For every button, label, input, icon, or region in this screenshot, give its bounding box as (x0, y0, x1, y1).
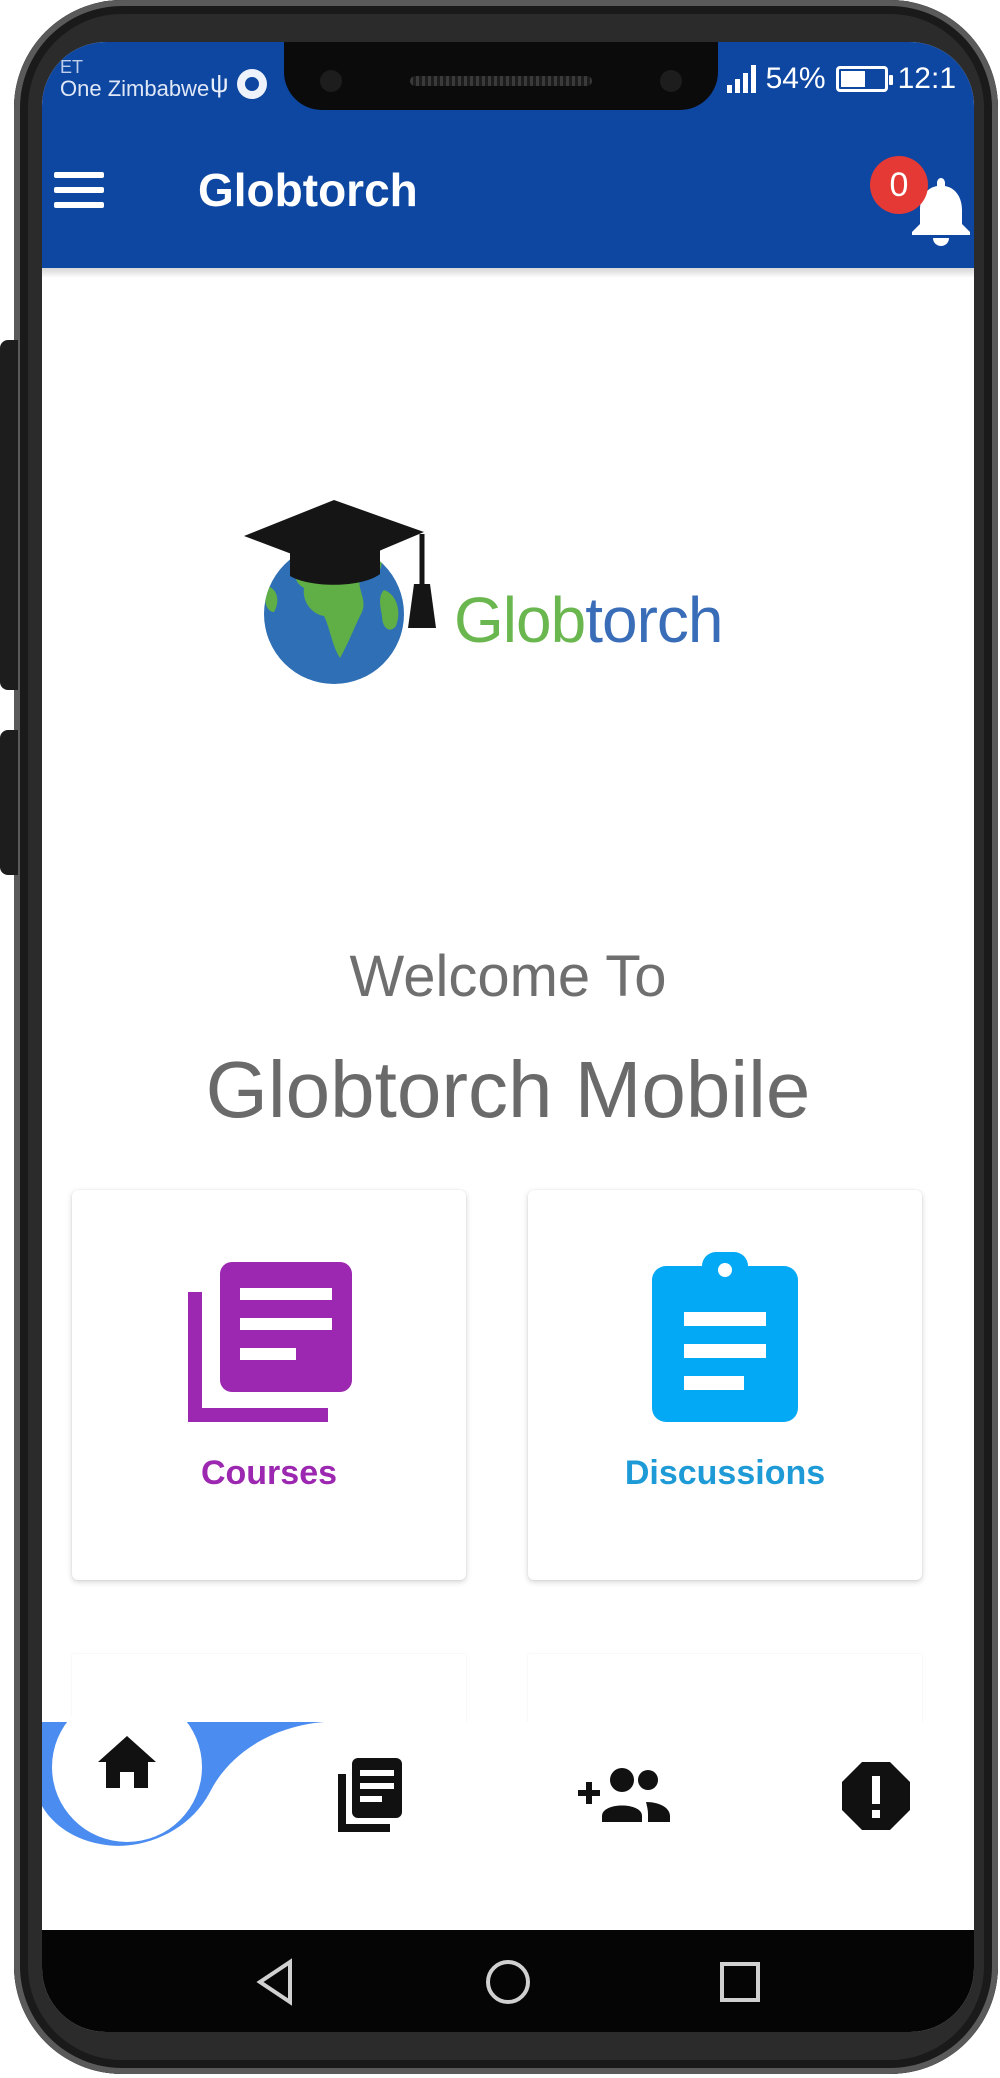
status-notification-icons: ψ (210, 68, 267, 99)
camera-notch (284, 42, 718, 110)
sensor-dot (320, 70, 342, 92)
bottom-navigation (42, 1692, 974, 1922)
logo-text-torch: torch (585, 584, 723, 656)
app-bar-shadow (42, 268, 974, 278)
notification-badge: 0 (870, 156, 928, 214)
hamburger-menu-icon[interactable] (52, 168, 108, 212)
status-time: 12:1 (897, 62, 956, 95)
battery-icon (835, 66, 893, 92)
front-camera (660, 70, 682, 92)
battery-percent: 54% (765, 62, 826, 95)
courses-tile[interactable]: Courses (72, 1190, 466, 1580)
notifications-button[interactable]: 0 (862, 126, 972, 250)
system-navigation-bar (42, 1930, 974, 2032)
carrier-text: One Zimbabwe (60, 76, 210, 101)
discussions-label: Discussions (624, 1454, 826, 1492)
library-books-icon (188, 1262, 352, 1422)
recents-square-icon[interactable] (714, 1956, 766, 2008)
courses-label: Courses (200, 1454, 338, 1492)
logo-text-glob: Glob (454, 584, 586, 656)
welcome-heading: Welcome To (349, 944, 667, 1009)
report-icon (842, 1762, 910, 1830)
power-button (0, 730, 18, 875)
usb-icon: ψ (210, 68, 229, 98)
add-group-icon (578, 1768, 670, 1822)
status-system-icons: 54% 12:1 (726, 62, 956, 96)
clipboard-icon (652, 1252, 798, 1422)
volume-button (0, 340, 18, 690)
welcome-app-name: Globtorch Mobile (205, 1045, 811, 1134)
app-title: Globtorch (198, 164, 418, 216)
app-screen: ET One Zimbabwe ψ 54% 12:1 Globtorch 0 G… (42, 42, 974, 2032)
nav-add-group-button[interactable] (574, 1752, 674, 1836)
discussions-tile[interactable]: Discussions (528, 1190, 922, 1580)
carrier-top-text: ET (60, 57, 84, 77)
home-icon (98, 1736, 156, 1788)
back-icon[interactable] (250, 1956, 302, 2008)
whatsapp-icon (236, 68, 267, 99)
logo-text: Globtorch (454, 582, 723, 658)
signal-icon (726, 65, 756, 93)
library-books-icon (338, 1758, 402, 1832)
nav-home-button[interactable] (52, 1692, 202, 1842)
nav-report-button[interactable] (834, 1752, 918, 1836)
nav-courses-button[interactable] (326, 1752, 410, 1836)
home-circle-icon[interactable] (482, 1956, 534, 2008)
status-carrier: ET One Zimbabwe (60, 56, 209, 100)
earpiece-speaker (410, 76, 592, 86)
